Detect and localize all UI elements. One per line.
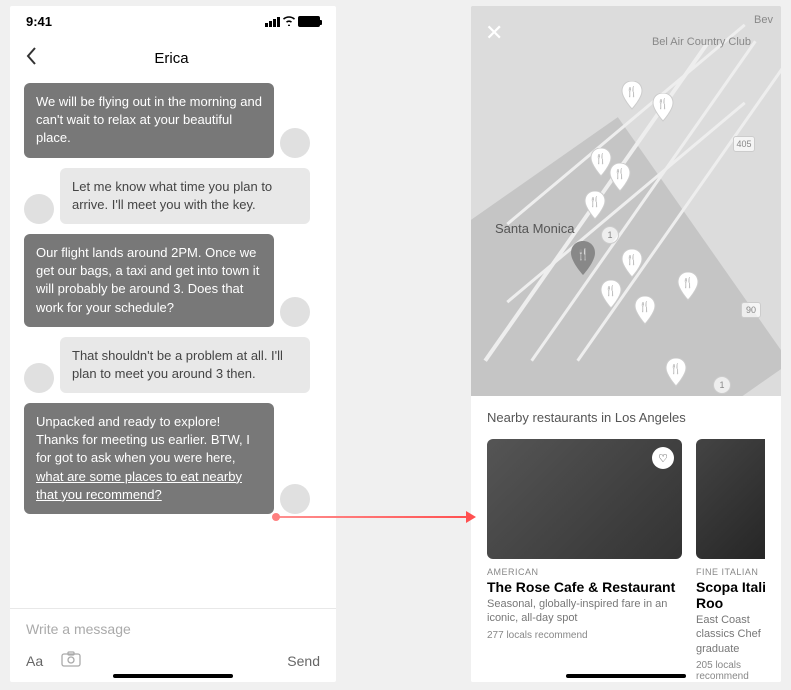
sheet-title: Nearby restaurants in Los Angeles [487,410,765,425]
home-indicator[interactable] [566,674,686,678]
map-pin[interactable]: 🍴 [651,93,675,123]
card-recommendations: 277 locals recommend [487,630,682,641]
svg-text:🍴: 🍴 [576,248,590,261]
card-description: Seasonal, globally-inspired fare in an i… [487,597,682,626]
route-shield: 405 [733,136,755,152]
chat-screen: 9:41 Erica We will be flying out in the … [10,6,336,682]
battery-icon [298,16,320,27]
card-recommendations: 205 locals recommend [696,660,765,682]
card-title: Scopa Italian Roo [696,579,765,611]
map-pin[interactable]: 🍴 [583,191,607,221]
map-pin[interactable]: 🍴 [620,249,644,279]
map-pin-selected[interactable]: 🍴 [568,241,598,279]
card-carousel[interactable]: ♡ AMERICAN The Rose Cafe & Restaurant Se… [487,439,765,682]
svg-text:🍴: 🍴 [657,97,669,110]
svg-text:🍴: 🍴 [626,253,638,266]
nearby-places-link[interactable]: what are some places to eat nearby that … [36,469,242,502]
map-pin[interactable]: 🍴 [620,81,644,111]
map-pin[interactable]: 🍴 [599,280,623,310]
svg-text:🍴: 🍴 [604,284,616,297]
message-input[interactable]: Write a message [26,621,320,637]
favorite-button[interactable]: ♡ [652,447,674,469]
results-sheet[interactable]: Nearby restaurants in Los Angeles ♡ AMER… [471,396,781,682]
card-category: FINE ITALIAN [696,567,765,577]
restaurant-card[interactable]: FINE ITALIAN Scopa Italian Roo East Coas… [696,439,765,682]
card-image: ♡ [487,439,682,559]
map-label: Bel Air Country Club [652,36,751,48]
status-icons [265,15,320,29]
map-pin[interactable]: 🍴 [664,358,688,388]
camera-icon[interactable] [61,651,81,670]
map-pin[interactable]: 🍴 [633,296,657,326]
avatar [24,363,54,393]
back-icon[interactable] [26,45,37,71]
card-category: AMERICAN [487,567,682,577]
map-pin[interactable]: 🍴 [608,163,632,193]
map-label: Bev [754,14,773,26]
card-image [696,439,765,559]
avatar [280,128,310,158]
message-row: We will be flying out in the morning and… [24,83,322,158]
send-button[interactable]: Send [287,653,320,669]
avatar [280,297,310,327]
svg-text:🍴: 🍴 [626,85,638,98]
map-pin[interactable]: 🍴 [676,272,700,302]
map-screen: ✕ Bel Air Country Club Bev Santa Monica … [471,6,781,682]
message-list[interactable]: We will be flying out in the morning and… [10,83,336,514]
wifi-icon [282,15,296,29]
card-description: East Coast classics Chef graduate [696,613,765,656]
card-title: The Rose Cafe & Restaurant [487,579,682,595]
message-bubble[interactable]: Unpacked and ready to explore! Thanks fo… [24,403,274,514]
message-row: Our flight lands around 2PM. Once we get… [24,234,322,327]
avatar [24,194,54,224]
route-shield: 1 [601,226,619,244]
svg-text:🍴: 🍴 [595,152,607,165]
text-format-button[interactable]: Aa [26,653,43,669]
status-time: 9:41 [26,14,52,29]
svg-text:🍴: 🍴 [614,167,626,180]
status-bar: 9:41 [10,6,336,37]
composer: Write a message Aa Send [10,608,336,682]
svg-text:🍴: 🍴 [638,300,650,313]
chat-header: Erica [10,37,336,83]
chat-title: Erica [45,50,298,67]
avatar [280,484,310,514]
svg-text:🍴: 🍴 [682,276,694,289]
signal-icon [265,17,280,27]
message-row: Let me know what time you plan to arrive… [24,168,322,224]
svg-text:🍴: 🍴 [669,362,681,375]
home-indicator[interactable] [113,674,233,678]
close-icon[interactable]: ✕ [485,20,503,46]
message-row: Unpacked and ready to explore! Thanks fo… [24,403,322,514]
message-bubble[interactable]: Let me know what time you plan to arrive… [60,168,310,224]
flow-arrow [276,516,468,518]
message-bubble[interactable]: We will be flying out in the morning and… [24,83,274,158]
message-bubble[interactable]: Our flight lands around 2PM. Once we get… [24,234,274,327]
route-shield: 1 [713,376,731,394]
message-bubble[interactable]: That shouldn't be a problem at all. I'll… [60,337,310,393]
route-shield: 90 [741,302,761,318]
svg-text:🍴: 🍴 [589,195,601,208]
message-row: That shouldn't be a problem at all. I'll… [24,337,322,393]
map-view[interactable]: ✕ Bel Air Country Club Bev Santa Monica … [471,6,781,396]
map-label: Santa Monica [495,221,575,236]
restaurant-card[interactable]: ♡ AMERICAN The Rose Cafe & Restaurant Se… [487,439,682,682]
